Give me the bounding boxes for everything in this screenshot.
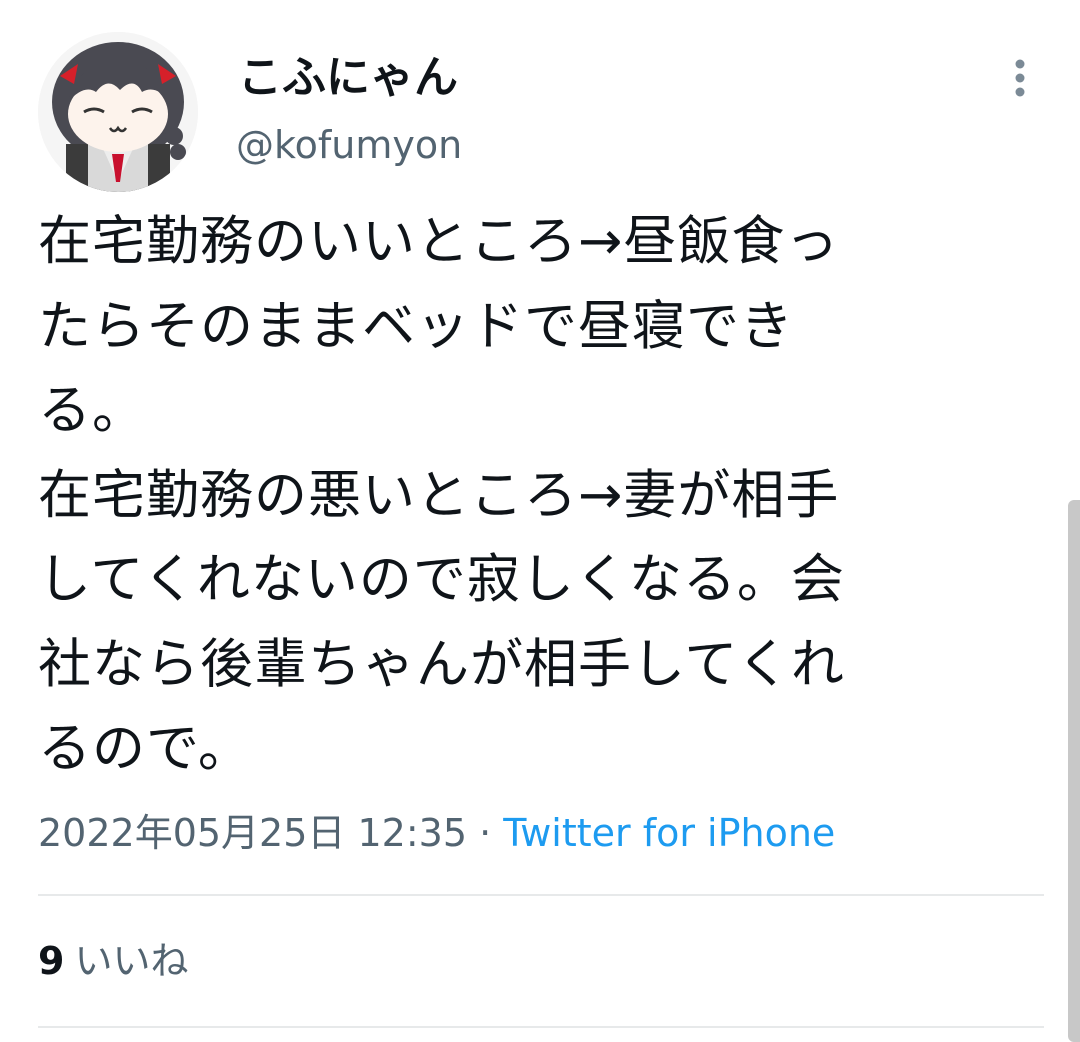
tweet-text: 在宅勤務のいいところ→昼飯食っ たらそのままベッドで昼寝でき る。 在宅勤務の悪…	[38, 200, 1038, 792]
tweet-text-line: 社なら後輩ちゃんが相手してくれ	[38, 633, 845, 695]
meta-separator: ·	[467, 811, 504, 855]
likes-label: いいね	[74, 939, 189, 983]
timestamp[interactable]: 2022年05月25日 12:35	[38, 811, 467, 855]
divider	[38, 894, 1044, 896]
likes-link[interactable]: 9 いいね	[38, 936, 188, 986]
tweet-text-line: 在宅勤務のいいところ→昼飯食っ	[38, 211, 840, 272]
tweet-text-line: たらそのままベッドで昼寝でき	[38, 295, 794, 357]
likes-count: 9	[38, 939, 65, 983]
avatar[interactable]	[38, 32, 198, 192]
vertical-ellipsis-icon	[1015, 59, 1025, 97]
more-options-button[interactable]	[1000, 54, 1040, 102]
source-link[interactable]: Twitter for iPhone	[503, 811, 835, 855]
tweet-text-line: 在宅勤務の悪いところ→妻が相手	[38, 464, 840, 526]
tweet-meta: 2022年05月25日 12:35 · Twitter for iPhone	[38, 808, 835, 858]
display-name[interactable]: こふにゃん	[238, 50, 458, 106]
avatar-image	[38, 32, 198, 192]
tweet-text-line: してくれないので寂しくなる。会	[38, 549, 845, 610]
tweet-text-line: る。	[38, 380, 146, 441]
divider	[38, 1026, 1044, 1028]
user-handle[interactable]: @kofumyon	[236, 120, 462, 170]
scrollbar[interactable]	[1068, 500, 1080, 1042]
tweet-text-line: るので。	[38, 718, 252, 779]
